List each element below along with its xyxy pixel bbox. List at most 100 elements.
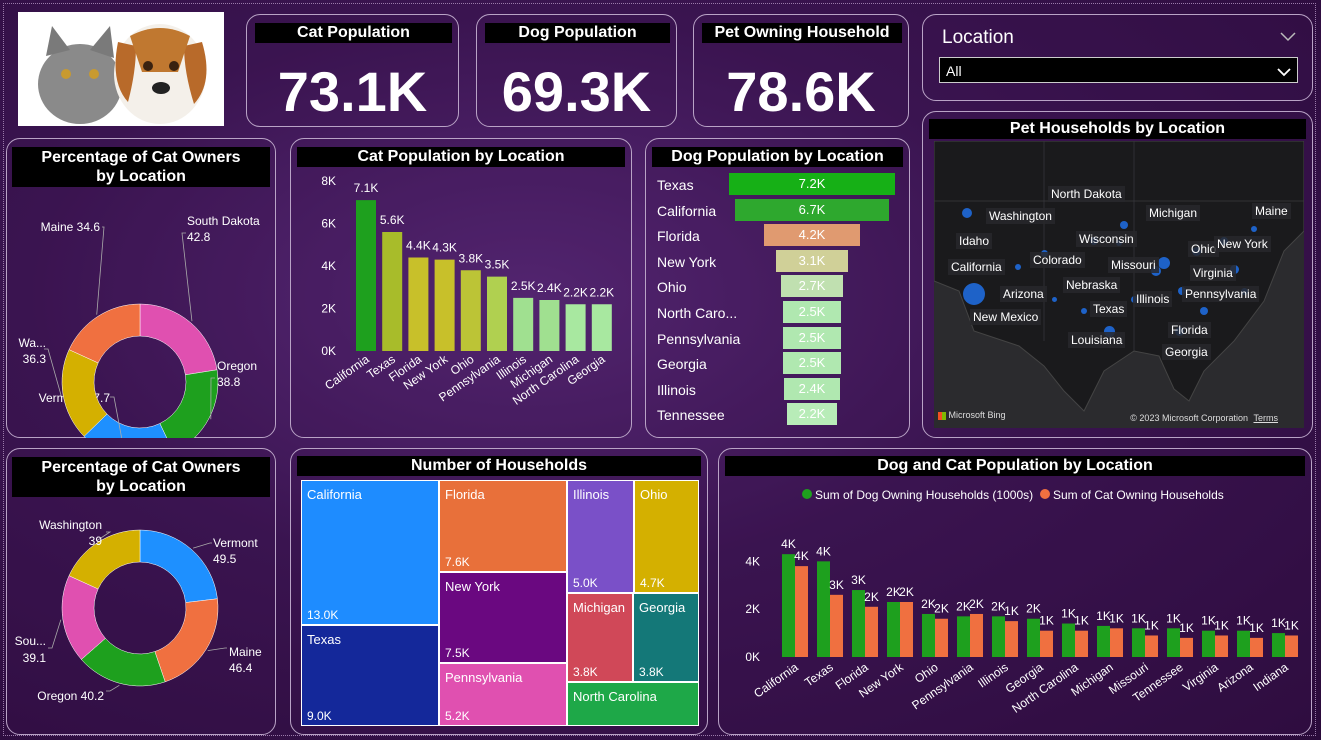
cat-bar[interactable] [434,259,455,351]
dog-cat-bar[interactable] [970,613,983,657]
legend-marker [802,489,812,499]
map-bubble[interactable] [963,283,985,305]
bar-value-label: 5.6K [380,213,405,227]
treemap-tile-illinois[interactable]: Illinois 5.0K [567,480,634,593]
dog-cat-bar[interactable] [1285,635,1298,657]
funnel-bar[interactable]: 6.7K [734,198,890,221]
dog-cat-bar[interactable] [1062,623,1075,657]
location-dropdown[interactable]: All [939,57,1298,83]
bar-value-label: 1K [1109,611,1124,625]
dog-cat-bar[interactable] [1145,635,1158,657]
cat-bar[interactable] [408,257,429,352]
dog-cat-bar[interactable] [1272,633,1285,657]
funnel-category-label: Georgia [657,356,707,373]
dog-cat-bar[interactable] [852,590,865,657]
dog-cat-bar[interactable] [1027,618,1040,657]
dog-cat-bar[interactable] [1180,637,1193,657]
treemap-tile-florida[interactable]: Florida 7.6K [439,480,567,572]
dog-cat-bar[interactable] [1097,625,1110,657]
dog-cat-bar[interactable] [865,606,878,657]
dog-cat-bar[interactable] [992,616,1005,657]
dog-cat-bar[interactable] [1237,630,1250,657]
treemap-tile-michigan[interactable]: Michigan 3.8K [567,593,633,682]
funnel-bar[interactable]: 7.2K [729,173,895,195]
copyright-text: © 2023 Microsoft Corporation [1130,413,1248,423]
treemap-tile-label: Pennsylvania [445,670,523,685]
cat-bar[interactable] [382,232,403,351]
dog-cat-bar[interactable] [1202,630,1215,657]
chevron-down-icon[interactable] [1280,29,1296,47]
dog-cat-bar[interactable] [1215,635,1228,657]
treemap-tile-value: 3.8K [639,665,664,679]
funnel-bar[interactable]: 2.5K [783,326,841,349]
dog-cat-bar[interactable] [1005,621,1018,657]
donut-slice-south-dakota[interactable] [139,303,218,376]
funnel-bar[interactable]: 4.2K [763,224,861,247]
dog-cat-bar[interactable] [957,616,970,657]
funnel-bar[interactable]: 2.2K [786,403,838,426]
cat-bar[interactable] [513,297,534,351]
x-tick-label: Virginia [1180,660,1221,694]
donut-slice-washington[interactable] [68,529,141,590]
funnel-bar[interactable]: 2.5K [783,352,841,375]
donut-slice-vermont[interactable] [139,529,218,603]
donut-label: Sou... [15,634,46,648]
donut-value-label: 49.5 [213,552,237,566]
treemap-tile-new-york[interactable]: New York 7.5K [439,572,567,663]
treemap-tile-north-carolina[interactable]: North Carolina [567,682,699,726]
treemap-tile-label: California [307,487,362,502]
dog-cat-bar[interactable] [1110,628,1123,657]
dog-cat-bar[interactable] [1132,628,1145,657]
dog-cat-bar[interactable] [1075,630,1088,657]
map-bubble[interactable] [1200,307,1208,315]
map-bubble[interactable] [1120,221,1128,229]
map-bubble[interactable] [1251,226,1257,232]
treemap-tile-georgia[interactable]: Georgia 3.8K [633,593,699,682]
bar-value-label: 2.2K [589,285,614,299]
donut-label: Maine 34.6 [41,220,101,234]
map-bubble[interactable] [1081,308,1087,314]
dog-cat-bar[interactable] [887,602,900,657]
dog-cat-bar[interactable] [782,554,795,657]
dog-cat-bar[interactable] [1250,637,1263,657]
legend-label: Sum of Dog Owning Households (1000s) [815,488,1033,502]
dog-cat-bar[interactable] [1040,630,1053,657]
cat-bar[interactable] [565,304,586,351]
donut-label: South Dakota [187,214,260,228]
dog-cat-bar[interactable] [900,602,913,657]
donut-slice-maine[interactable] [68,303,141,364]
map-bubble[interactable] [1158,257,1170,269]
funnel-bar[interactable]: 3.1K [776,249,848,272]
dog-cat-bar[interactable] [795,566,808,657]
cat-bar[interactable] [460,270,481,351]
funnel-bar[interactable]: 2.7K [780,275,844,298]
map-state-label: Colorado [1030,252,1085,268]
treemap-tile-texas[interactable]: Texas 9.0K [301,625,439,726]
treemap-tile-pennsylvania[interactable]: Pennsylvania 5.2K [439,663,567,726]
cat-bar[interactable] [487,276,507,351]
funnel-bar[interactable]: 2.4K [784,377,840,400]
cat-bar[interactable] [539,300,560,351]
dog-cat-bar[interactable] [935,618,948,657]
map-bubble[interactable] [1015,264,1021,270]
donut-slice-oregon[interactable] [159,369,219,438]
funnel-bar[interactable]: 2.5K [783,301,841,323]
dog-cat-bar[interactable] [922,613,935,657]
treemap-tile-label: Michigan [573,600,626,615]
treemap-tile-ohio[interactable]: Ohio 4.7K [634,480,699,593]
cat-bar[interactable] [356,200,376,351]
donut-chart-1: South Dakota42.8Oregon38.8Vermont 37.7Wa… [18,214,260,438]
dog-cat-bar[interactable] [1167,628,1180,657]
dog-cat-bar[interactable] [830,594,843,657]
donut-slice-maine[interactable] [154,598,219,683]
terms-link[interactable]: Terms [1254,413,1279,423]
map-bubble[interactable] [1051,296,1057,302]
dog-cat-bar[interactable] [817,561,830,657]
us-map[interactable]: North Dakota Washington Michigan Maine Idaho… [934,141,1304,428]
treemap-tile-california[interactable]: California 13.0K [301,480,439,625]
funnel-category-label: North Caro... [657,305,738,321]
funnel-category-label: Tennessee [657,407,725,424]
cat-bar[interactable] [591,304,612,351]
map-bubble[interactable] [962,208,972,218]
x-tick-label: Texas [802,660,836,689]
